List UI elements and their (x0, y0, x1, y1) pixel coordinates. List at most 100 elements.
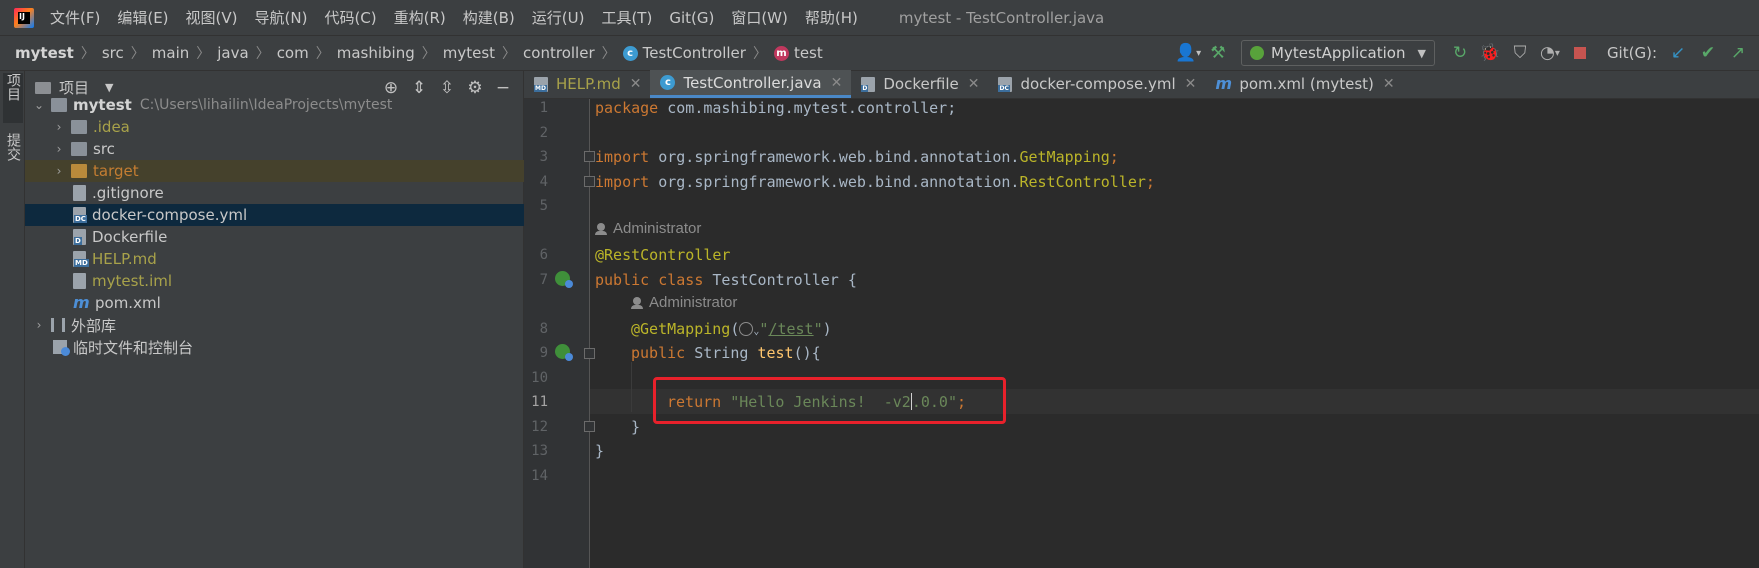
chevron-down-icon: ⌄ (33, 98, 45, 112)
module-folder-icon (51, 98, 67, 112)
close-icon[interactable]: ✕ (968, 76, 980, 92)
build-hammer-icon[interactable]: ⚒ (1205, 40, 1231, 66)
class-icon: c (660, 75, 676, 90)
breadcrumb-item[interactable]: com (277, 44, 309, 62)
tree-item-target[interactable]: › target (25, 160, 524, 182)
markdown-file-icon: MD (534, 76, 548, 92)
close-icon[interactable]: ✕ (1185, 76, 1197, 92)
line-number: 7 (539, 272, 548, 288)
chevron-right-icon: 〉 (601, 46, 616, 62)
tree-item-idea[interactable]: › .idea (25, 116, 524, 138)
menu-edit[interactable]: 编辑(E) (117, 7, 168, 28)
fold-marker-icon[interactable] (584, 151, 595, 162)
breadcrumb-method[interactable]: m test (773, 44, 823, 62)
fold-marker-icon[interactable] (584, 348, 595, 359)
tree-item-docker-compose[interactable]: DC docker-compose.yml (25, 204, 524, 226)
code-editor[interactable]: 1 2 3 4 5 6 7 8 9 10 11 12 13 14 package… (524, 99, 1759, 568)
tree-item-root[interactable]: ⌄ mytest C:\Users\lihailin\IdeaProjects\… (25, 94, 524, 116)
code-line-4: import org.springframework.web.bind.anno… (595, 173, 1155, 191)
close-icon[interactable]: ✕ (831, 75, 843, 91)
annotation-name: RestController (1019, 173, 1146, 191)
tree-item-gitignore[interactable]: .gitignore (25, 182, 524, 204)
tab-dockerfile[interactable]: D Dockerfile ✕ (851, 70, 988, 98)
line-number: 8 (539, 321, 548, 337)
git-push-arrow-icon[interactable]: ↗ (1725, 40, 1751, 66)
globe-icon[interactable] (739, 322, 754, 336)
breadcrumb-item[interactable]: java (217, 44, 248, 62)
breadcrumb-item[interactable]: mytest (443, 44, 495, 62)
tab-docker-compose-yml[interactable]: DC docker-compose.yml ✕ (988, 70, 1205, 98)
tree-item-external-libraries[interactable]: › 外部库 (25, 314, 524, 336)
breadcrumb-item[interactable]: src (102, 44, 124, 62)
tab-testcontroller-java[interactable]: c TestController.java ✕ (650, 70, 852, 98)
menu-bar: IJ 文件(F) 编辑(E) 视图(V) 导航(N) 代码(C) 重构(R) 构… (0, 0, 1759, 35)
fold-marker-icon[interactable] (584, 421, 595, 432)
close-icon[interactable]: ✕ (630, 76, 642, 92)
chevron-right-icon: 〉 (502, 46, 517, 62)
docker-compose-file-icon: DC (73, 207, 87, 223)
highlight-annotation-box (653, 377, 1006, 424)
tree-item-src[interactable]: › src (25, 138, 524, 160)
run-configuration-select[interactable]: MytestApplication ▼ (1241, 40, 1435, 66)
code-line-8: @GetMapping(⌄"/test") (631, 320, 832, 338)
code-line-6: @RestController (595, 246, 730, 264)
tree-item-label: pom.xml (95, 294, 161, 312)
user-switch-icon[interactable]: 👤 ▾ (1175, 40, 1201, 66)
menu-tools[interactable]: 工具(T) (601, 7, 652, 28)
fold-marker-icon[interactable] (584, 176, 595, 187)
gitignore-file-icon (73, 185, 86, 201)
code-text: TestController { (703, 271, 857, 289)
spring-bean-gutter-icon[interactable] (555, 271, 573, 288)
tree-item-pom-xml[interactable]: m pom.xml (25, 292, 524, 314)
profiler-icon[interactable]: ◔ ▾ (1537, 40, 1563, 66)
tab-label: pom.xml (mytest) (1239, 75, 1374, 93)
line-number: 14 (531, 468, 548, 484)
menu-navigate[interactable]: 导航(N) (255, 7, 308, 28)
menu-run[interactable]: 运行(U) (532, 7, 585, 28)
folder-icon (35, 81, 51, 94)
intellij-logo-icon: IJ (14, 7, 34, 28)
commit-tool-tab[interactable]: 提交 (3, 133, 23, 183)
menu-view[interactable]: 视图(V) (186, 7, 238, 28)
debug-bug-icon[interactable]: 🐞 (1477, 40, 1503, 66)
stop-icon[interactable] (1567, 40, 1593, 66)
spring-endpoint-gutter-icon[interactable] (555, 344, 573, 361)
url-link[interactable]: /test (768, 320, 813, 338)
coverage-shield-icon[interactable]: ⛉ (1507, 40, 1533, 66)
breadcrumb-item[interactable]: mashibing (337, 44, 415, 62)
tree-item-dockerfile[interactable]: D Dockerfile (25, 226, 524, 248)
menu-build[interactable]: 构建(B) (463, 7, 515, 28)
tree-item-label: .idea (93, 118, 130, 136)
close-icon[interactable]: ✕ (1383, 76, 1395, 92)
tree-item-mytest-iml[interactable]: mytest.iml (25, 270, 524, 292)
author-inlay-hint[interactable]: Administrator (595, 220, 702, 237)
git-update-arrow-icon[interactable]: ↙ (1665, 40, 1691, 66)
chevron-right-icon: › (36, 318, 42, 332)
tab-help-md[interactable]: MD HELP.md ✕ (524, 70, 650, 98)
maven-icon: m (73, 293, 90, 312)
user-icon (595, 222, 607, 235)
breadcrumb-item[interactable]: main (152, 44, 189, 62)
breadcrumb-item[interactable]: mytest (15, 44, 74, 62)
menu-refactor[interactable]: 重构(R) (394, 7, 446, 28)
tab-pom-xml[interactable]: m pom.xml (mytest) ✕ (1205, 70, 1403, 98)
code-line-3: import org.springframework.web.bind.anno… (595, 148, 1119, 166)
author-inlay-hint[interactable]: Administrator (631, 294, 737, 311)
rerun-icon[interactable]: ↻ (1447, 40, 1473, 66)
menu-file[interactable]: 文件(F) (50, 7, 100, 28)
menu-code[interactable]: 代码(C) (324, 7, 376, 28)
tree-item-help-md[interactable]: MD HELP.md (25, 248, 524, 270)
author-name: Administrator (613, 220, 702, 237)
menu-help[interactable]: 帮助(H) (805, 7, 858, 28)
code-line-13: } (595, 442, 604, 460)
project-tool-tab[interactable]: 项目 (3, 73, 23, 123)
chevron-right-icon: 〉 (752, 46, 767, 62)
breadcrumb-item[interactable]: controller (523, 44, 595, 62)
markdown-file-icon: MD (73, 251, 89, 267)
menu-window[interactable]: 窗口(W) (731, 7, 788, 28)
libraries-icon (51, 318, 65, 332)
tree-item-scratches[interactable]: 临时文件和控制台 (25, 336, 524, 358)
breadcrumb-class[interactable]: c TestController (622, 44, 746, 62)
git-commit-check-icon[interactable]: ✔ (1695, 40, 1721, 66)
menu-git[interactable]: Git(G) (669, 9, 714, 27)
